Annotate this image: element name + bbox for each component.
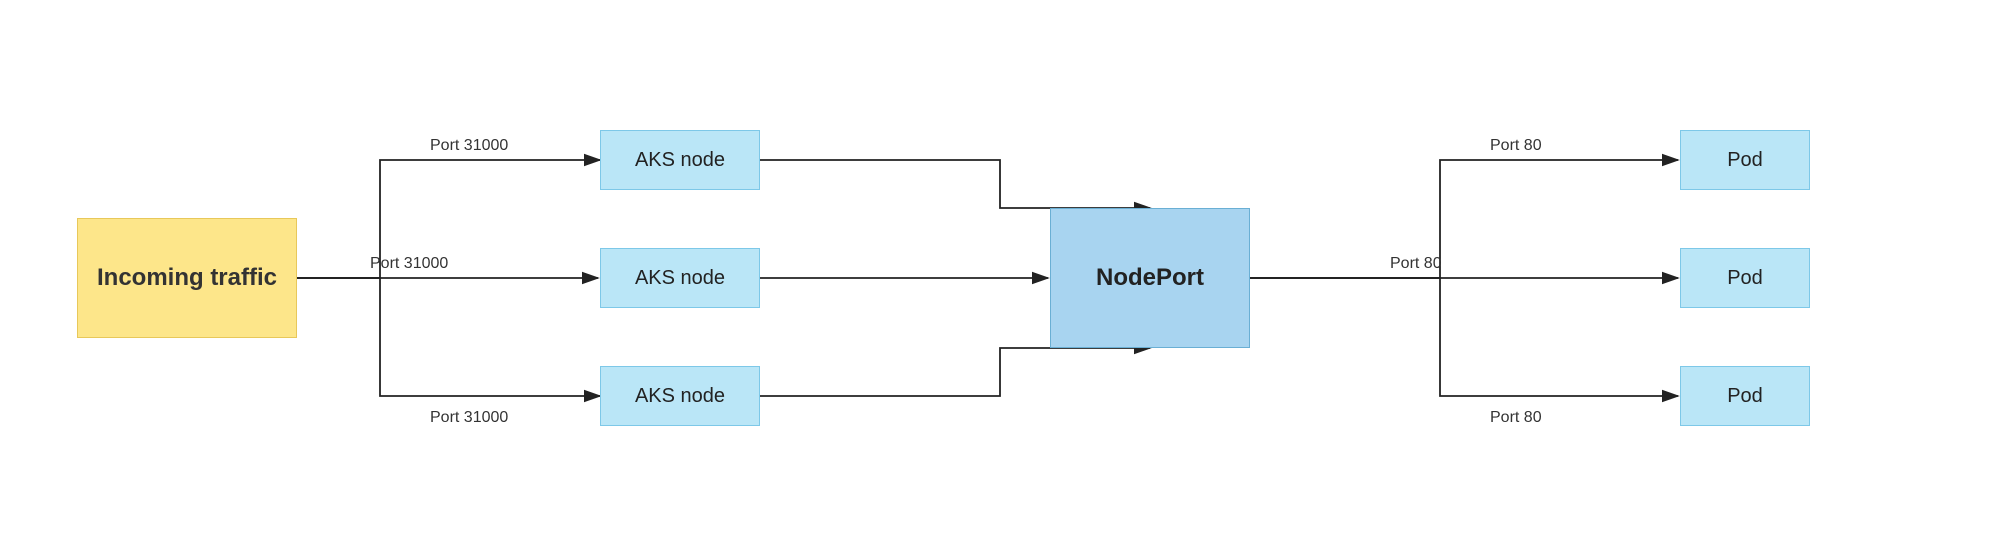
nodeport-label: NodePort	[1096, 264, 1204, 292]
nodeport-node: NodePort	[1050, 208, 1250, 348]
aks-node-3-label: AKS node	[635, 385, 725, 408]
edge-label-pod2-port: Port 80	[1390, 255, 1442, 272]
aks-node-2: AKS node	[600, 248, 760, 308]
pod-1: Pod	[1680, 130, 1810, 190]
aks-node-3: AKS node	[600, 366, 760, 426]
aks-node-1-label: AKS node	[635, 149, 725, 172]
aks-node-2-label: AKS node	[635, 267, 725, 290]
incoming-traffic-node: Incoming traffic	[77, 218, 297, 338]
edge-label-top-port: Port 31000	[430, 137, 508, 154]
pod-3: Pod	[1680, 366, 1810, 426]
aks-node-1: AKS node	[600, 130, 760, 190]
pod-2-label: Pod	[1727, 267, 1763, 290]
pod-2: Pod	[1680, 248, 1810, 308]
edge-label-mid-port: Port 31000	[370, 255, 448, 272]
incoming-traffic-label: Incoming traffic	[97, 264, 277, 292]
edge-label-bottom-port: Port 31000	[430, 409, 508, 426]
pod-1-label: Pod	[1727, 149, 1763, 172]
edge-label-pod1-port: Port 80	[1490, 137, 1542, 154]
pod-3-label: Pod	[1727, 385, 1763, 408]
edge-label-pod3-port: Port 80	[1490, 409, 1542, 426]
diagram-container: Port 31000 Port 31000 Port 31000 Port 80…	[0, 0, 2001, 560]
